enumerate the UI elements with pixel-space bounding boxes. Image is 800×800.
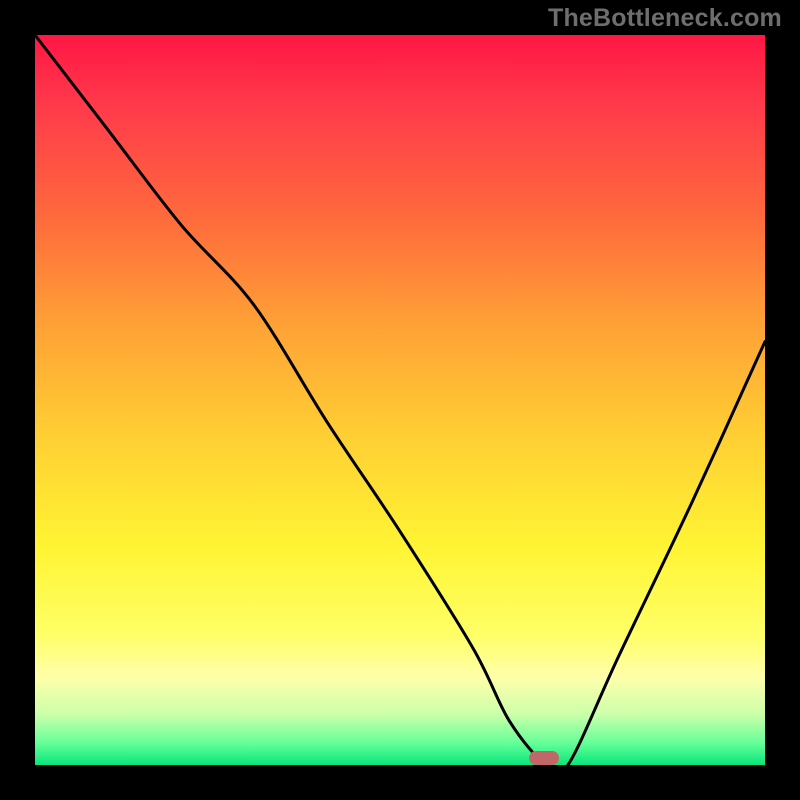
chart-frame: TheBottleneck.com <box>0 0 800 800</box>
bottleneck-curve-path <box>35 35 765 775</box>
plot-area <box>35 35 765 765</box>
optimal-marker <box>529 751 559 765</box>
curve-svg <box>35 35 765 765</box>
watermark-text: TheBottleneck.com <box>548 4 782 33</box>
